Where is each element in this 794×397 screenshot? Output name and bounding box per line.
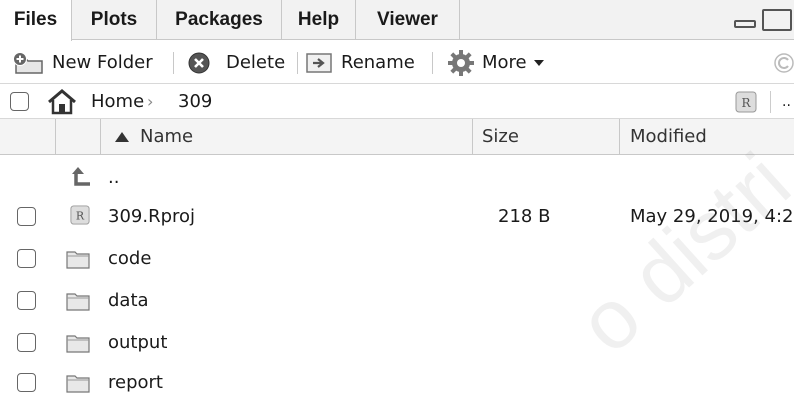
new-folder-icon — [13, 51, 43, 74]
delete-icon — [188, 52, 210, 73]
name-column-header[interactable]: Name — [140, 119, 193, 155]
folder-icon — [66, 375, 90, 393]
file-name[interactable]: output — [108, 322, 167, 363]
toolbar-divider — [770, 91, 771, 113]
row-checkbox[interactable] — [17, 249, 36, 268]
table-row[interactable]: data — [0, 280, 794, 321]
sort-ascending-icon — [115, 132, 129, 142]
folder-icon — [66, 251, 90, 269]
new-folder-button[interactable]: New Folder — [12, 41, 153, 84]
modified-column-header[interactable]: Modified — [630, 119, 707, 155]
refresh-icon — [774, 52, 794, 73]
delete-label: Delete — [226, 52, 286, 73]
row-checkbox[interactable] — [17, 291, 36, 310]
pane-window-controls — [730, 9, 794, 33]
chevron-down-icon — [533, 59, 544, 66]
svg-text:R: R — [741, 96, 751, 110]
tab-help[interactable]: Help — [282, 0, 356, 40]
parent-directory-row[interactable]: .. — [0, 157, 794, 198]
file-name[interactable]: report — [108, 362, 163, 397]
more-menu-button[interactable]: More — [446, 41, 544, 84]
folder-icon — [66, 335, 90, 353]
parent-directory-label[interactable]: .. — [108, 157, 119, 198]
column-divider — [619, 119, 620, 155]
select-all-checkbox[interactable] — [10, 92, 29, 111]
r-project-icon[interactable]: R — [735, 91, 757, 113]
breadcrumb-current-folder[interactable]: 309 — [178, 85, 212, 119]
row-checkbox[interactable] — [17, 207, 36, 226]
toolbar-divider — [432, 52, 433, 74]
breadcrumb-separator-icon: › — [147, 92, 154, 111]
toolbar-divider — [173, 52, 174, 74]
delete-button[interactable]: Delete — [186, 41, 285, 84]
breadcrumb-home[interactable]: Home — [91, 85, 144, 119]
pane-tab-bar: Files Plots Packages Help Viewer — [0, 0, 794, 41]
table-row[interactable]: code — [0, 238, 794, 279]
file-modified: May 29, 2019, 4:2 — [630, 206, 794, 227]
svg-text:R: R — [76, 210, 85, 223]
tab-viewer[interactable]: Viewer — [356, 0, 460, 40]
size-column-header[interactable]: Size — [482, 119, 519, 155]
tab-files[interactable]: Files — [0, 0, 72, 41]
file-name[interactable]: 309.Rproj — [108, 196, 195, 237]
column-divider — [472, 119, 473, 155]
toolbar-divider — [297, 52, 298, 74]
tab-packages[interactable]: Packages — [157, 0, 282, 40]
r-project-file-icon: R — [70, 205, 90, 225]
go-up-icon — [72, 167, 90, 186]
table-row[interactable]: R 309.Rproj 218 B May 29, 2019, 4:2 — [0, 196, 794, 237]
home-icon[interactable] — [46, 89, 78, 115]
table-row[interactable]: report — [0, 362, 794, 397]
refresh-button[interactable] — [770, 41, 794, 84]
table-row[interactable]: output — [0, 322, 794, 363]
rename-icon — [306, 52, 332, 73]
column-divider — [100, 119, 101, 155]
files-toolbar: New Folder Delete Rename More — [0, 41, 794, 84]
more-label: More — [482, 52, 527, 73]
maximize-pane-icon[interactable] — [762, 9, 792, 31]
tab-plots[interactable]: Plots — [72, 0, 157, 40]
file-list-header: Name Size Modified — [0, 119, 794, 155]
column-divider — [55, 119, 56, 155]
minimize-pane-icon[interactable] — [734, 20, 756, 28]
file-name[interactable]: data — [108, 280, 149, 321]
folder-icon — [66, 293, 90, 311]
gear-icon — [448, 49, 474, 76]
file-name[interactable]: code — [108, 238, 151, 279]
row-checkbox[interactable] — [17, 373, 36, 392]
new-folder-label: New Folder — [52, 52, 153, 73]
breadcrumb-overflow[interactable]: .. — [782, 85, 791, 119]
rename-label: Rename — [341, 52, 415, 73]
rename-button[interactable]: Rename — [305, 41, 415, 84]
breadcrumb: Home › 309 R .. — [0, 85, 794, 119]
file-size: 218 B — [498, 206, 551, 227]
row-checkbox[interactable] — [17, 333, 36, 352]
